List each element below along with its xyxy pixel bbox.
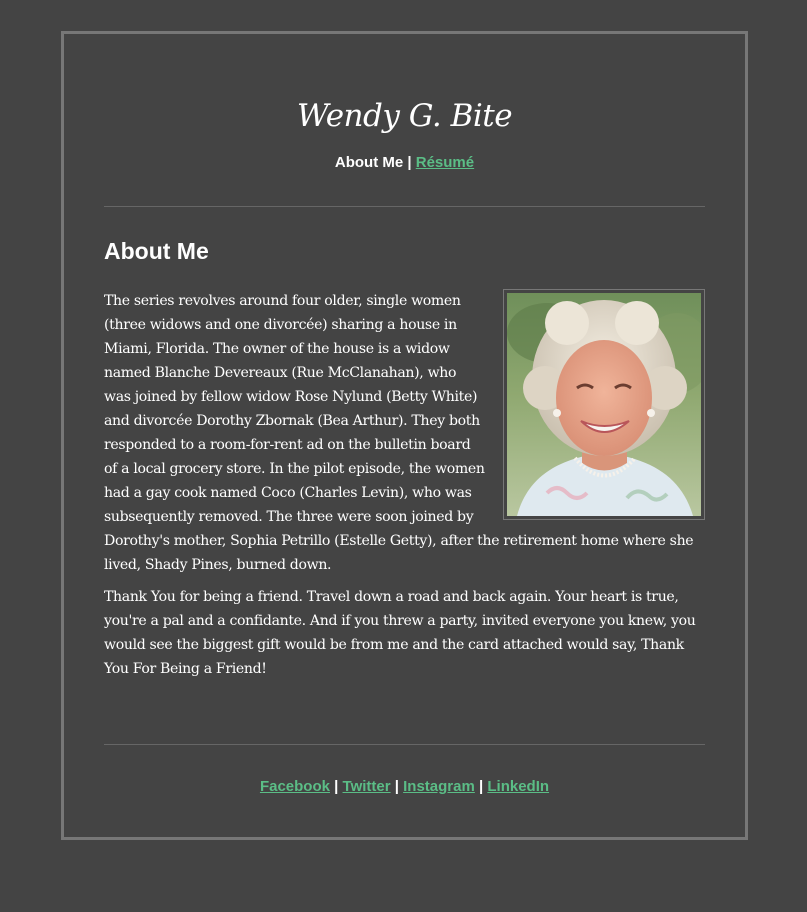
profile-photo	[503, 289, 705, 520]
about-content: The series revolves around four older, s…	[104, 289, 705, 689]
nav-separator: |	[407, 154, 412, 171]
linkedin-link[interactable]: LinkedIn	[487, 778, 549, 795]
footer-social-links: Facebook | Twitter | Instagram | LinkedI…	[104, 778, 705, 795]
top-navigation: About Me | Résumé	[104, 154, 705, 171]
site-title: Wendy G. Bite	[296, 98, 513, 134]
portrait-image	[507, 293, 701, 516]
footer-divider	[104, 744, 705, 745]
page-content: Wendy G. Bite About Me | Résumé About Me	[104, 34, 705, 837]
header-divider	[104, 206, 705, 207]
twitter-link[interactable]: Twitter	[343, 778, 391, 795]
facebook-link[interactable]: Facebook	[260, 778, 330, 795]
nav-current-about-me: About Me	[334, 154, 404, 171]
page-frame: Wendy G. Bite About Me | Résumé About Me	[61, 31, 748, 840]
section-heading: About Me	[104, 238, 209, 264]
instagram-link[interactable]: Instagram	[403, 778, 475, 795]
nav-link-resume[interactable]: Résumé	[416, 154, 474, 171]
footer-separator: |	[479, 778, 484, 795]
footer-separator: |	[394, 778, 399, 795]
footer-separator: |	[334, 778, 339, 795]
paragraph-thank-you: Thank You for being a friend. Travel dow…	[104, 589, 696, 677]
